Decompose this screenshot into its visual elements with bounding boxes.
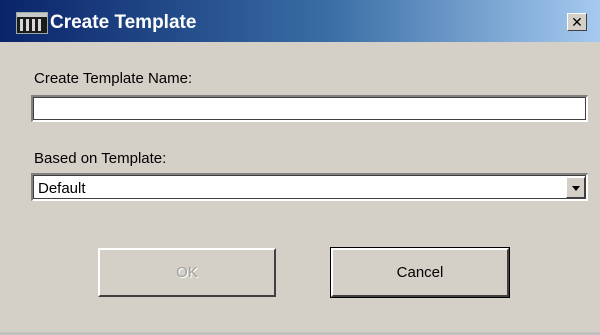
template-name-field[interactable] bbox=[31, 95, 588, 122]
create-template-dialog: Create Template ✕ Create Template Name: … bbox=[0, 0, 600, 335]
dropdown-button[interactable] bbox=[566, 177, 585, 198]
selected-template-value: Default bbox=[38, 180, 86, 197]
ok-button[interactable]: OK bbox=[98, 248, 276, 297]
close-icon: ✕ bbox=[571, 14, 583, 30]
window-title: Create Template bbox=[50, 12, 197, 33]
template-name-input[interactable] bbox=[33, 97, 587, 121]
title-bar[interactable]: Create Template ✕ bbox=[0, 0, 600, 42]
based-on-template-label: Based on Template: bbox=[34, 150, 167, 167]
close-button[interactable]: ✕ bbox=[567, 13, 587, 31]
template-name-label: Create Template Name: bbox=[34, 70, 193, 87]
based-on-template-select[interactable]: Default bbox=[31, 173, 588, 201]
cancel-button[interactable]: Cancel bbox=[330, 247, 510, 298]
chevron-down-icon bbox=[572, 186, 580, 191]
app-icon bbox=[16, 12, 48, 34]
